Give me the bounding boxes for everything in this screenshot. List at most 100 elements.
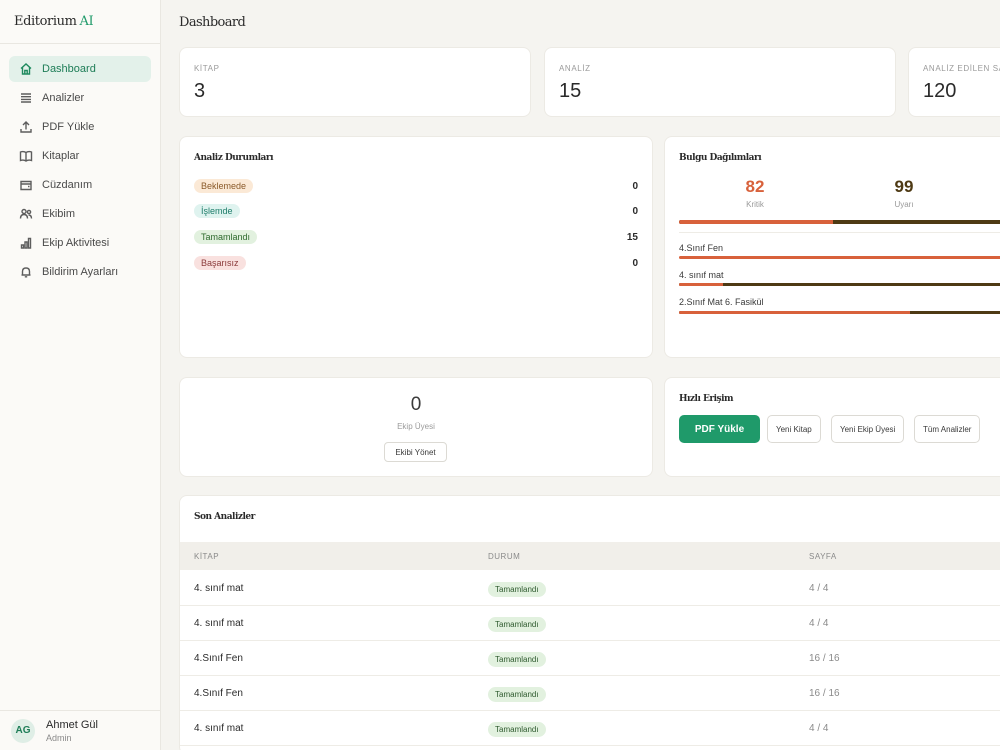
- sidebar-item-bildirim-ayarlari[interactable]: Bildirim Ayarları: [9, 259, 151, 285]
- table-header: KİTAP DURUM SAYFA: [180, 542, 1000, 570]
- table-row[interactable]: 4. sınıf mat Tamamlandı 4 / 4: [180, 571, 1000, 606]
- table-row[interactable]: 4. sınıf mat Tamamlandı 4 / 4: [180, 606, 1000, 641]
- list-icon: [19, 91, 33, 105]
- sidebar-item-label: PDF Yükle: [42, 121, 95, 133]
- user-profile[interactable]: AG Ahmet Gül Admin: [0, 710, 160, 750]
- sidebar-item-analizler[interactable]: Analizler: [9, 85, 151, 111]
- critical-segment: [679, 220, 834, 224]
- sidebar-item-ekibim[interactable]: Ekibim: [9, 201, 151, 227]
- card-title: Bulgu Dağılımları: [679, 153, 762, 163]
- sidebar-item-cuzdanim[interactable]: Cüzdanım: [9, 172, 151, 198]
- main-content: Dashboard KİTAP 3 ANALİZ 15 ANALİZ EDİLE…: [161, 0, 1000, 750]
- sidebar-item-label: Ekip Aktivitesi: [42, 237, 110, 249]
- status-row-tamamlandi: Tamamlandı 15: [194, 229, 638, 245]
- stat-label: ANALİZ: [559, 64, 591, 73]
- row-book: 4. sınıf mat: [194, 723, 244, 734]
- critical-segment: [679, 311, 911, 314]
- stat-value: 120: [923, 80, 957, 102]
- stat-value: 3: [194, 80, 206, 102]
- row-page: 4 / 4: [809, 618, 829, 629]
- row-page: 16 / 16: [809, 653, 840, 664]
- upload-icon: [19, 120, 33, 134]
- wallet-icon: [19, 178, 33, 192]
- status-badge: Tamamlandı: [194, 230, 258, 244]
- book-findings-bar: [679, 256, 1000, 259]
- book-icon: [19, 149, 33, 163]
- critical-segment: [679, 283, 724, 286]
- sidebar-nav: Dashboard Analizler PDF Yükle Kitaplar C…: [0, 44, 160, 285]
- column-header-page: SAYFA: [809, 552, 837, 561]
- book-name: 4. sınıf mat: [679, 270, 724, 280]
- row-page: 4 / 4: [809, 723, 829, 734]
- status-row-basarisiz: Başarısız 0: [194, 255, 638, 271]
- stat-card-analiz-edilen: ANALİZ EDİLEN SAY 120: [908, 47, 1000, 117]
- status-badge: Tamamlandı: [488, 652, 546, 667]
- total-findings-bar: [679, 220, 1000, 224]
- row-book: 4. sınıf mat: [194, 583, 244, 594]
- stat-label: KİTAP: [194, 64, 220, 73]
- sidebar-item-kitaplar[interactable]: Kitaplar: [9, 143, 151, 169]
- stat-card-kitap: KİTAP 3: [179, 47, 531, 117]
- row-book: 4. sınıf mat: [194, 618, 244, 629]
- card-title: Analiz Durumları: [194, 153, 274, 163]
- sidebar-item-label: Analizler: [42, 92, 85, 104]
- brand-logo[interactable]: Editorium AI: [0, 0, 160, 44]
- pdf-upload-button[interactable]: PDF Yükle: [679, 415, 760, 443]
- card-title: Hızlı Erişim: [679, 394, 734, 404]
- table-row[interactable]: 4.Sınıf Fen Tamamlandı 16 / 16: [180, 676, 1000, 711]
- column-header-status: DURUM: [488, 552, 521, 561]
- stat-label: ANALİZ EDİLEN SAY: [923, 64, 1000, 73]
- status-badge: Beklemede: [194, 179, 254, 193]
- row-page: 16 / 16: [809, 688, 840, 699]
- column-header-book: KİTAP: [194, 552, 220, 561]
- warning-segment: [833, 220, 1000, 224]
- bell-icon: [19, 265, 33, 279]
- status-badge: Başarısız: [194, 256, 246, 270]
- status-count: 0: [632, 257, 638, 269]
- critical-label: Kritik: [746, 200, 764, 209]
- status-count: 0: [632, 180, 638, 192]
- status-badge: Tamamlandı: [488, 687, 546, 702]
- all-analyses-button[interactable]: Tüm Analizler: [914, 415, 981, 443]
- book-name: 2.Sınıf Mat 6. Fasikül: [679, 297, 764, 307]
- sidebar: Editorium AI Dashboard Analizler PDF Yük…: [0, 0, 161, 750]
- sidebar-item-label: Bildirim Ayarları: [42, 266, 119, 278]
- avatar: AG: [11, 718, 35, 743]
- table-row[interactable]: 4. sınıf mat Tamamlandı 4 / 4: [180, 711, 1000, 746]
- divider: [679, 232, 1000, 233]
- user-name: Ahmet Gül: [46, 718, 98, 731]
- stat-card-analiz: ANALİZ 15: [544, 47, 896, 117]
- table-row[interactable]: 4.Sınıf Fen Tamamlandı 16 / 16: [180, 641, 1000, 676]
- status-count: 0: [632, 205, 638, 217]
- manage-team-button[interactable]: Ekibi Yönet: [384, 442, 447, 462]
- warning-segment: [723, 283, 1000, 286]
- users-icon: [19, 207, 33, 221]
- stat-value: 15: [559, 80, 582, 102]
- sidebar-item-dashboard[interactable]: Dashboard: [9, 56, 151, 82]
- critical-segment: [679, 256, 1000, 259]
- status-row-beklemede: Beklemede 0: [194, 178, 638, 194]
- critical-count: 82: [745, 177, 765, 196]
- team-member-label: Ekip Üyesi: [397, 422, 435, 431]
- team-member-count: 0: [410, 394, 422, 415]
- status-badge: Tamamlandı: [488, 617, 546, 632]
- sidebar-item-ekip-aktivitesi[interactable]: Ekip Aktivitesi: [9, 230, 151, 256]
- status-badge: Tamamlandı: [488, 582, 546, 597]
- page-title: Dashboard: [179, 14, 246, 30]
- sidebar-item-label: Ekibim: [42, 208, 76, 220]
- brand-suffix: AI: [79, 14, 94, 29]
- row-book: 4.Sınıf Fen: [194, 688, 243, 699]
- row-book: 4.Sınıf Fen: [194, 653, 243, 664]
- team-card: 0 Ekip Üyesi Ekibi Yönet: [179, 377, 653, 477]
- sidebar-item-label: Dashboard: [42, 63, 96, 75]
- sidebar-item-label: Cüzdanım: [42, 179, 93, 191]
- status-row-islemde: İşlemde 0: [194, 203, 638, 219]
- bar-chart-icon: [19, 236, 33, 250]
- status-badge: Tamamlandı: [488, 722, 546, 737]
- row-page: 4 / 4: [809, 583, 829, 594]
- user-role: Admin: [46, 732, 72, 743]
- new-team-member-button[interactable]: Yeni Ekip Üyesi: [831, 415, 905, 443]
- new-book-button[interactable]: Yeni Kitap: [767, 415, 821, 443]
- home-icon: [19, 62, 33, 76]
- sidebar-item-pdf-yukle[interactable]: PDF Yükle: [9, 114, 151, 140]
